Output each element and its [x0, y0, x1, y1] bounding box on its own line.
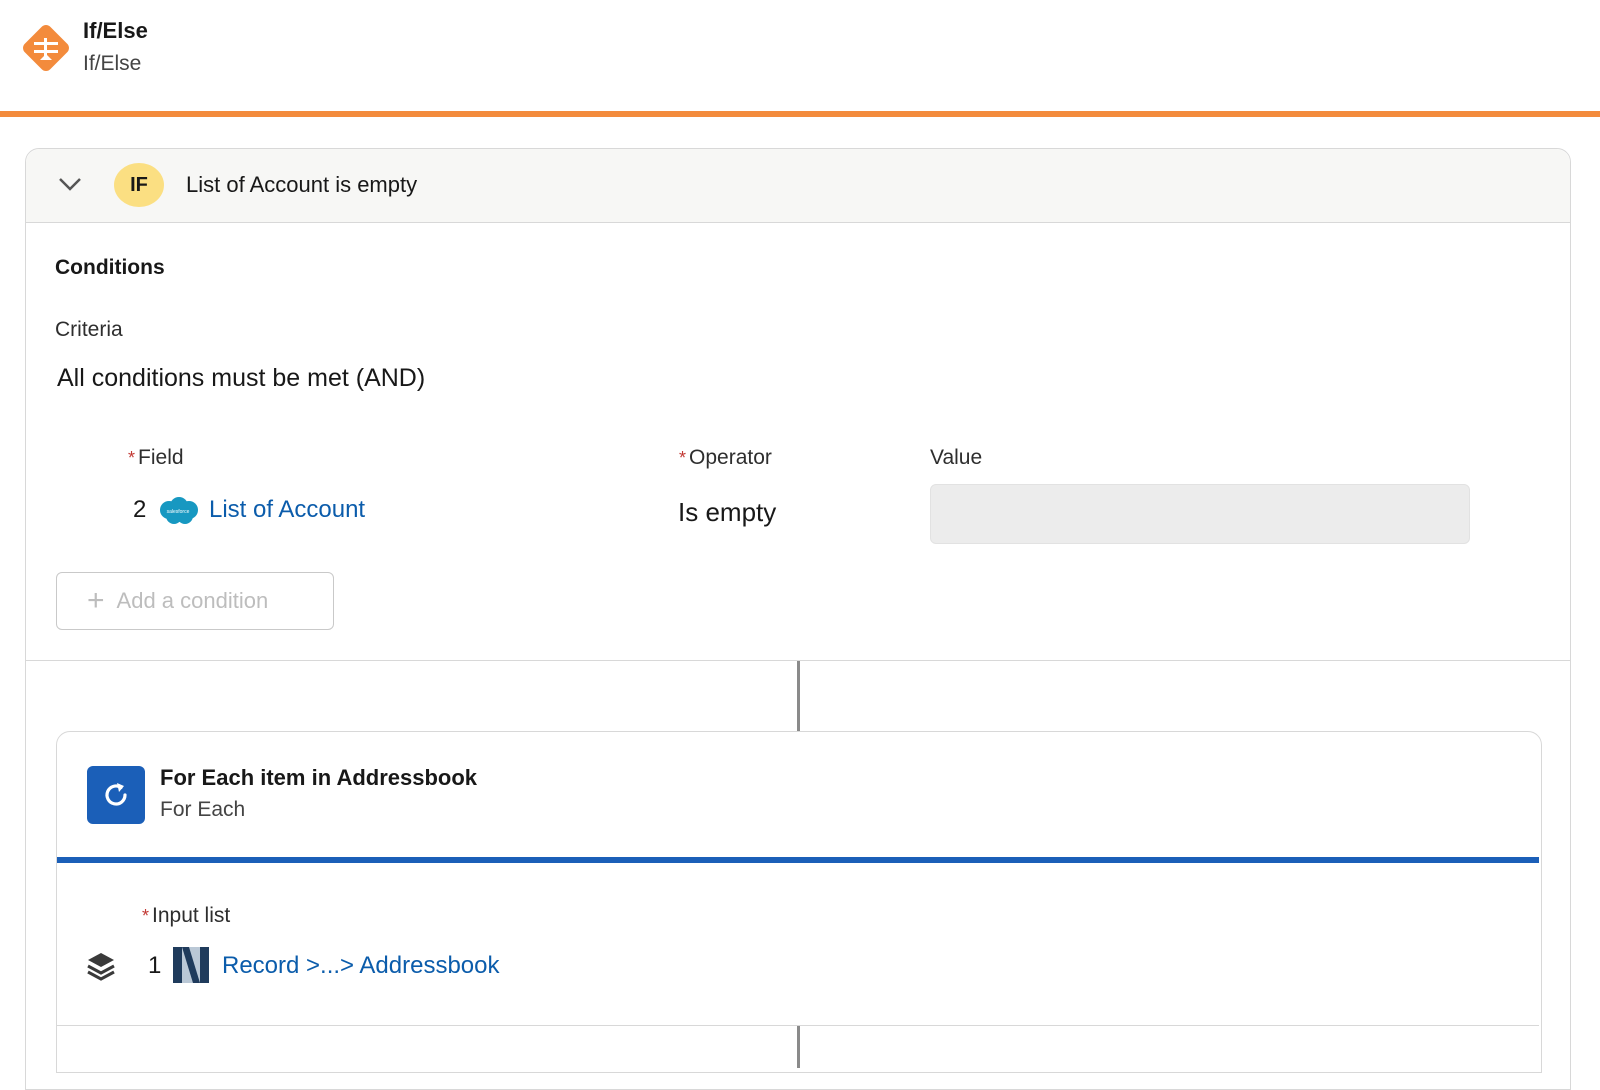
conditions-heading: Conditions — [55, 256, 165, 279]
value-label: Value — [930, 446, 983, 469]
for-each-title: For Each item in Addressbook — [160, 765, 478, 790]
criteria-label: Criteria — [55, 318, 123, 341]
svg-text:salesforce: salesforce — [167, 509, 190, 515]
if-badge: IF — [114, 163, 164, 207]
salesforce-logo-icon: salesforce — [157, 496, 199, 526]
add-condition-button[interactable]: + Add a condition — [56, 572, 334, 630]
required-marker: * — [128, 448, 136, 468]
refresh-loop-icon — [87, 766, 145, 824]
chevron-down-icon[interactable] — [58, 176, 82, 192]
input-list-label: * Input list — [142, 904, 231, 927]
add-condition-label: Add a condition — [116, 588, 269, 613]
plus-icon: + — [87, 584, 105, 617]
step-subtitle: If/Else — [83, 52, 142, 75]
if-else-icon — [18, 20, 74, 76]
input-step-number: 1 — [148, 952, 162, 979]
if-block-title: List of Account is empty — [186, 172, 418, 197]
field-label: * Field — [128, 446, 184, 469]
flow-connector — [797, 1026, 800, 1068]
flow-connector — [797, 661, 800, 731]
required-marker: * — [142, 906, 150, 926]
required-marker: * — [679, 448, 687, 468]
for-each-subtitle: For Each — [160, 798, 246, 821]
field-step-number: 2 — [133, 496, 147, 523]
value-input[interactable] — [930, 484, 1470, 544]
step-title: If/Else — [83, 18, 148, 43]
operator-value[interactable]: Is empty — [678, 497, 776, 528]
criteria-value[interactable]: All conditions must be met (AND) — [57, 364, 425, 393]
layers-icon — [86, 950, 116, 984]
for-each-accent-bar — [57, 857, 1539, 863]
netsuite-logo-icon: N — [173, 947, 209, 983]
input-list-link[interactable]: Record >...> Addressbook — [222, 952, 500, 980]
header-accent-bar — [0, 111, 1600, 117]
operator-label: * Operator — [679, 446, 772, 469]
field-value-link[interactable]: List of Account — [209, 496, 365, 524]
